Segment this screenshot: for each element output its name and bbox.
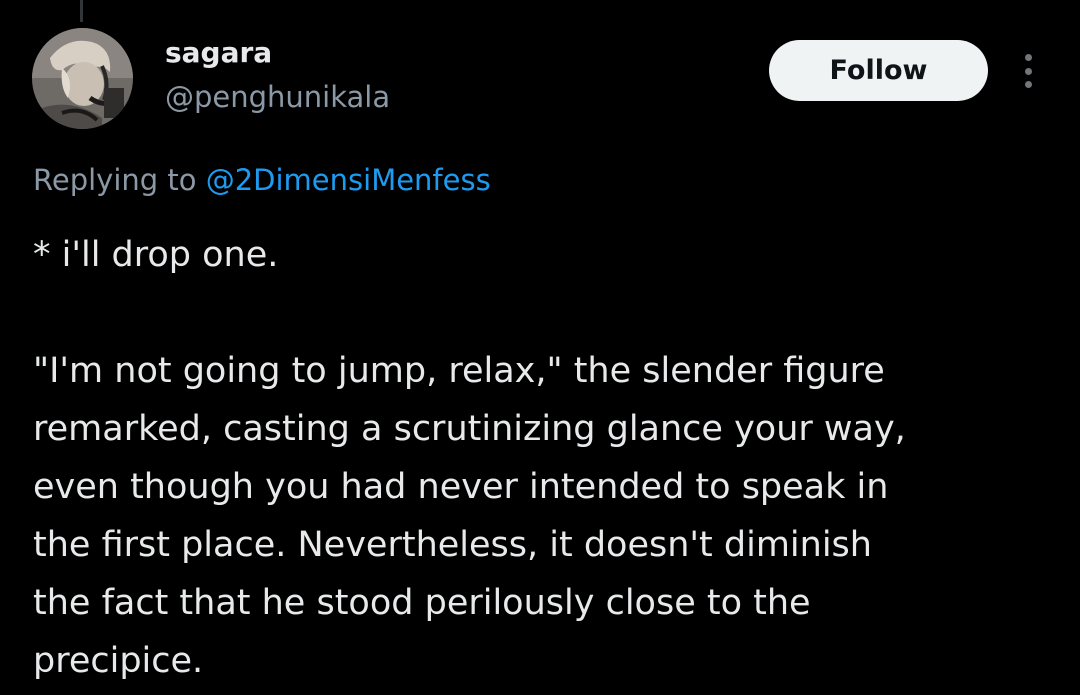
tweet-line: the first place. Nevertheless, it doesn'…: [33, 525, 872, 565]
tweet-line: "I'm not going to jump, relax," the slen…: [33, 351, 885, 391]
replying-to-label: Replying to: [33, 163, 197, 197]
more-vertical-icon-dot-3: [1024, 81, 1032, 88]
thread-connector-line: [80, 0, 83, 22]
tweet-line: the fact that he stood perilously close …: [33, 583, 811, 623]
reply-mention-link[interactable]: @2DimensiMenfess: [206, 163, 491, 197]
tweet-line: even though you had never intended to sp…: [33, 467, 889, 507]
avatar[interactable]: [32, 28, 133, 129]
replying-to-line: Replying to @2DimensiMenfess: [33, 160, 491, 200]
author-handle[interactable]: @penghunikala: [165, 78, 390, 116]
tweet-line: * i'll drop one.: [33, 235, 279, 275]
tweet-text: * i'll drop one. "I'm not going to jump,…: [33, 226, 1043, 690]
tweet-paragraph-gap: [33, 284, 1043, 342]
tweet-line: remarked, casting a scrutinizing glance …: [33, 409, 906, 449]
more-vertical-icon-dot-2: [1024, 67, 1032, 75]
tweet-line: precipice.: [33, 641, 204, 681]
author-display-name[interactable]: sagara: [165, 34, 272, 72]
more-options-button[interactable]: [1013, 50, 1043, 92]
more-vertical-icon: [1024, 54, 1032, 61]
avatar-image: [32, 28, 133, 129]
follow-button[interactable]: Follow: [769, 40, 988, 101]
